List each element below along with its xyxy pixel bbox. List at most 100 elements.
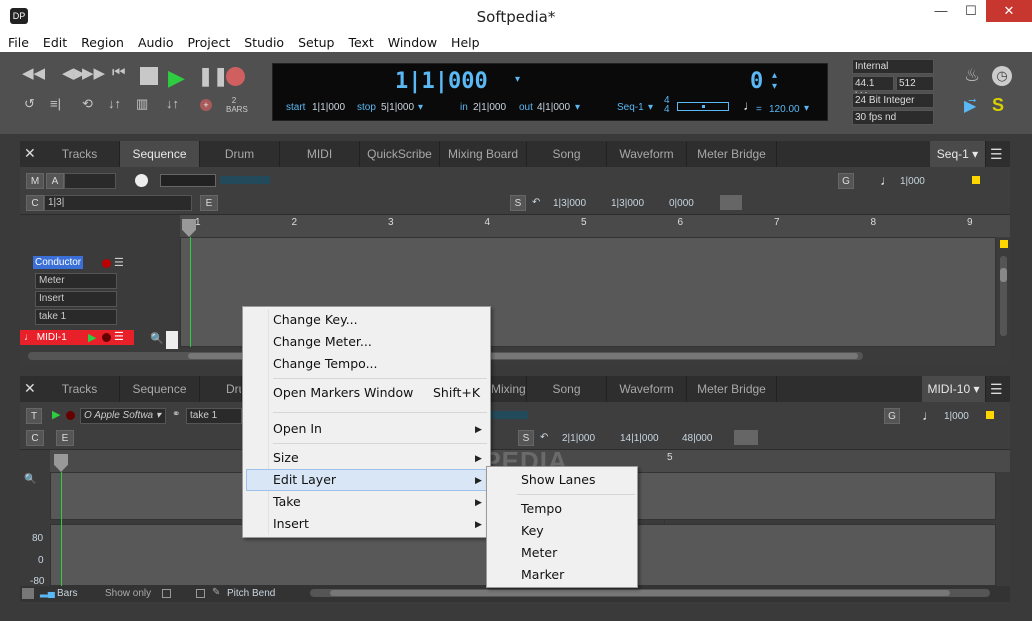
counter-right[interactable]: 0 <box>750 69 763 94</box>
punch-icon[interactable]: ≡| <box>50 96 61 111</box>
minimize-button[interactable]: — <box>926 0 956 22</box>
submenu-item-marker[interactable]: Marker <box>521 564 564 586</box>
lower-menu-icon[interactable]: ☰ <box>990 381 1003 398</box>
upper-tab-quickscribe[interactable]: QuickScribe <box>360 141 440 167</box>
stop-value[interactable]: 5|1|000 <box>381 102 414 113</box>
upper-c-button[interactable]: C <box>26 195 44 211</box>
menu-edit[interactable]: Edit <box>35 32 73 50</box>
lower-tab-tracks[interactable]: Tracks <box>40 376 120 402</box>
upper-e-button[interactable]: E <box>200 195 218 211</box>
submenu-item-key[interactable]: Key <box>521 520 544 542</box>
upper-v-scrollbar[interactable] <box>1000 256 1007 336</box>
upper-g-button[interactable]: G <box>838 173 854 189</box>
auto-record-icon[interactable]: + <box>200 99 212 111</box>
loop-icon[interactable]: ⟲ <box>82 96 93 112</box>
upper-a-field[interactable] <box>64 173 116 189</box>
upper-tab-tracks[interactable]: Tracks <box>40 141 120 167</box>
menu-window[interactable]: Window <box>380 32 443 50</box>
menu-item-change-tempo[interactable]: Change Tempo... <box>273 353 378 375</box>
fast-forward-icon[interactable]: ▶▶ <box>82 64 105 82</box>
lower-s-button[interactable]: S <box>518 430 534 446</box>
upper-tab-meter-bridge[interactable]: Meter Bridge <box>687 141 777 167</box>
out-value[interactable]: 4|1|000 <box>537 102 570 113</box>
pause-button[interactable]: ❚❚ <box>198 66 228 87</box>
countoff-bars[interactable]: 2 BARS <box>226 96 248 114</box>
close-button[interactable]: ✕ <box>986 0 1032 22</box>
sequence-selector[interactable]: Seq-1 <box>617 102 644 113</box>
in-value[interactable]: 2|1|000 <box>473 102 506 113</box>
upper-s-button[interactable]: S <box>510 195 526 211</box>
lower-grid-icon[interactable] <box>22 588 34 599</box>
lower-tab-sequence[interactable]: Sequence <box>120 376 200 402</box>
show-only-checkbox[interactable] <box>162 589 171 598</box>
menu-region[interactable]: Region <box>73 32 130 50</box>
upper-tab-song[interactable]: Song <box>527 141 607 167</box>
menu-setup[interactable]: Setup <box>290 32 340 50</box>
upper-undo-icon[interactable]: ↶ <box>532 197 540 208</box>
lower-record-led[interactable] <box>66 411 75 420</box>
track-meter[interactable]: Meter <box>35 273 117 289</box>
upper-zoom-icon[interactable]: 🔍 <box>150 332 164 345</box>
lower-h-scrollbar[interactable] <box>310 589 990 597</box>
track-take[interactable]: take 1 <box>35 309 117 325</box>
lower-tab-waveform[interactable]: Waveform <box>607 376 687 402</box>
lower-range-end[interactable]: 14|1|000 <box>620 433 659 444</box>
upper-tab-mixing-board[interactable]: Mixing Board <box>440 141 527 167</box>
lower-pointer-tool-icon[interactable] <box>734 430 758 445</box>
step-record-icon[interactable]: ▥ <box>136 96 148 112</box>
lower-zoom-icon[interactable]: 🔍 <box>24 474 36 485</box>
upper-close-icon[interactable]: ✕ <box>24 145 36 162</box>
menu-item-edit-layer[interactable]: Edit Layer <box>273 469 336 491</box>
upper-m-button[interactable]: M <box>26 173 44 189</box>
out-dropdown-icon[interactable]: ▾ <box>575 102 580 113</box>
menu-studio[interactable]: Studio <box>236 32 290 50</box>
tempo-value[interactable]: 120.00 <box>769 104 800 115</box>
chase-icon[interactable]: ▶⃗ <box>964 96 984 115</box>
upper-tab-sequence[interactable]: Sequence <box>120 141 200 167</box>
lower-undo-icon[interactable]: ↶ <box>540 432 548 443</box>
upper-range-start[interactable]: 1|3|000 <box>553 198 586 209</box>
upper-menu-icon[interactable]: ☰ <box>990 146 1003 163</box>
tempo-dropdown-icon[interactable]: ▾ <box>804 103 809 114</box>
menu-project[interactable]: Project <box>179 32 236 50</box>
clock-icon[interactable]: ◷ <box>992 66 1012 86</box>
pitch-bend-checkbox[interactable] <box>196 589 205 598</box>
stop-button[interactable] <box>140 67 158 85</box>
counter-right-stepper-icon[interactable]: ▴ ▾ <box>772 70 777 92</box>
lower-tab-meter-bridge[interactable]: Meter Bridge <box>687 376 777 402</box>
submenu-item-show-lanes[interactable]: Show Lanes <box>521 469 595 491</box>
input-quantize-icon[interactable]: ↓↑ <box>166 96 179 111</box>
upper-range-end[interactable]: 1|3|000 <box>611 198 644 209</box>
play-button[interactable]: ▶ <box>168 65 185 91</box>
return-to-start-icon[interactable]: ⏮ <box>112 64 126 81</box>
conductor-menu-icon[interactable]: ☰ <box>114 256 124 269</box>
track-conductor[interactable]: Conductor <box>33 256 84 269</box>
midi-1-record-led[interactable] <box>102 333 111 342</box>
rewind-icon[interactable]: ◀◀ <box>22 64 45 82</box>
lower-range-start[interactable]: 2|1|000 <box>562 433 595 444</box>
menu-item-open-markers-window[interactable]: Open Markers Window <box>273 382 413 404</box>
midi-1-menu-icon[interactable]: ☰ <box>114 330 124 343</box>
lower-t-button[interactable]: T <box>26 408 42 424</box>
lower-c-button[interactable]: C <box>26 430 44 446</box>
sample-rate-field[interactable]: 44.1 kHz <box>852 76 894 102</box>
submenu-item-meter[interactable]: Meter <box>521 542 557 564</box>
menu-item-insert[interactable]: Insert <box>273 513 309 535</box>
lower-tab-drum[interactable]: Drum <box>200 376 242 402</box>
midi-1-play-icon[interactable]: ▶ <box>88 331 96 344</box>
sync-dropdown[interactable]: Internal <box>852 59 934 74</box>
stop-dropdown-icon[interactable]: ▾ <box>418 102 423 113</box>
solo-icon[interactable]: S <box>992 95 1004 116</box>
start-value[interactable]: 1|1|000 <box>312 102 345 113</box>
menu-file[interactable]: File <box>0 32 35 50</box>
bit-depth-dropdown[interactable]: 24 Bit Integer <box>852 93 934 108</box>
lower-tab-mixing-board[interactable]: Mixing Board <box>491 376 527 402</box>
counter-dropdown-icon[interactable]: ▾ <box>515 74 520 85</box>
menu-text[interactable]: Text <box>340 32 379 50</box>
frame-rate-dropdown[interactable]: 30 fps nd <box>852 110 934 125</box>
meter-display[interactable]: 44 <box>664 96 670 115</box>
upper-a-button[interactable]: A <box>46 173 64 189</box>
counter-main[interactable]: 1|1|000 <box>395 69 488 94</box>
pitch-bend-label[interactable]: Pitch Bend <box>227 588 275 599</box>
upper-range-len[interactable]: 0|000 <box>669 198 694 209</box>
